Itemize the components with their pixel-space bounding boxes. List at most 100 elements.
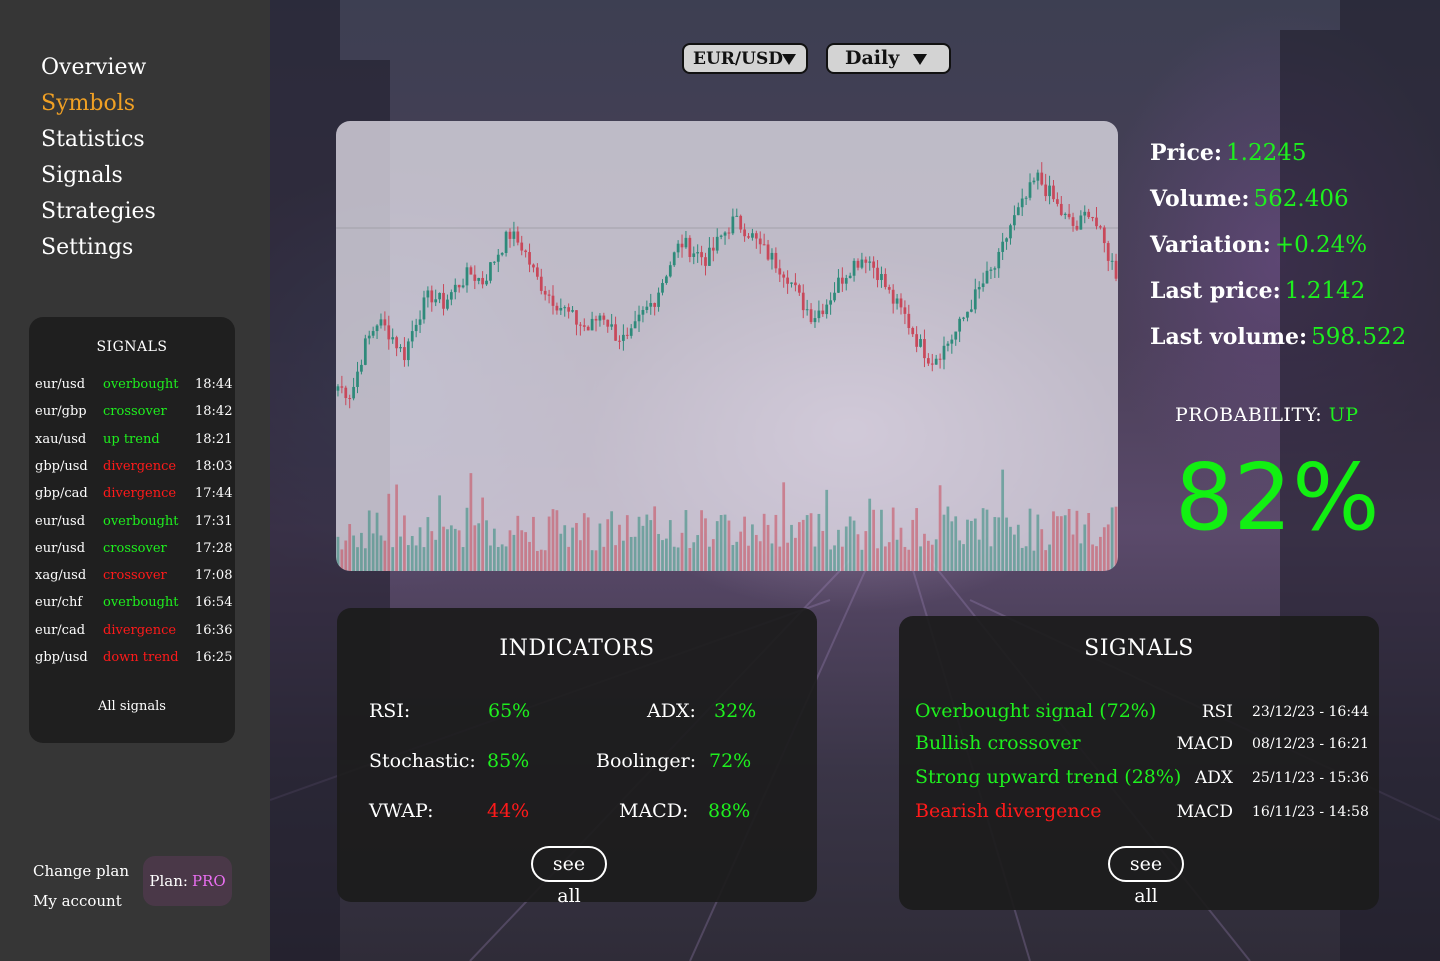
signal-description[interactable]: Overbought signal (72%) [915,700,1156,722]
sidebar-signal-row[interactable]: xag/usd crossover 17:08 [35,568,232,588]
nav-item-statistics[interactable]: Statistics [41,122,156,158]
volume-bar [848,516,852,571]
sidebar-signal-row[interactable]: gbp/usd down trend 16:25 [35,650,232,670]
candle-body [391,337,395,340]
all-signals-link[interactable]: All signals [29,699,235,714]
candle-body [508,231,512,239]
probability-label-text: PROBABILITY: [1175,404,1323,426]
volume-bar [899,527,903,571]
signal-description[interactable]: Bullish crossover [915,732,1081,754]
volume-bar [563,525,567,571]
symbol-select[interactable]: EUR/USD [682,43,808,74]
signal-description[interactable]: Strong upward trend (28%) [915,766,1181,788]
indicators-panel: INDICATORS RSI: 65% ADX: 32% Stochastic:… [337,608,817,907]
candle-body [774,252,778,269]
volume-bar [555,510,559,571]
change-plan-link[interactable]: Change plan [33,856,129,886]
volume-bar [633,536,637,571]
chevron-down-icon [782,54,796,65]
volume-bar [813,546,817,571]
candle-body [524,250,528,253]
volume-bar [414,545,418,571]
candle-body [614,324,617,341]
nav-item-symbols[interactable]: Symbols [41,86,156,122]
volume-bar [985,509,989,571]
nav-item-overview[interactable]: Overview [41,50,156,86]
nav-item-settings[interactable]: Settings [41,230,156,266]
candle-body [641,309,645,315]
volume-bar [363,548,367,571]
nav-item-strategies[interactable]: Strategies [41,194,156,230]
candle-body [559,307,563,311]
plan-label: Plan: [149,872,188,890]
price-chart[interactable] [336,121,1118,571]
volume-bar [1052,511,1055,571]
candle-body [579,324,582,326]
volume-bar [774,514,778,571]
indicators-see-all-button[interactable]: see all [531,846,607,907]
volume-bar [406,545,410,571]
volume-bar [481,497,484,571]
sidebar-signal-row[interactable]: eur/cad divergence 16:36 [35,623,232,643]
candle-body [618,340,621,342]
volume-bar [586,517,590,571]
stochastic-label: Stochastic: [369,750,476,772]
candle-body [895,298,899,304]
volume-bar [805,515,809,571]
candle-body [993,268,997,270]
sidebar-signal-row[interactable]: eur/usd crossover 17:28 [35,540,232,561]
stat-volume-value: 562.406 [1253,186,1349,212]
sidebar-signal-row[interactable]: gbp/usd divergence 18:03 [35,459,232,479]
volume-bar [790,524,793,571]
candle-body [1106,243,1110,261]
volume-bar [727,520,731,571]
candle-body [700,252,703,258]
candle-body [1102,227,1106,244]
volume-bar [547,516,551,571]
volume-bar [340,549,344,571]
candle-body [801,292,805,311]
volume-bar [895,539,899,571]
sidebar-signal-row[interactable]: eur/chf overbought 16:54 [35,595,232,615]
volume-bar [602,546,606,571]
signal-description[interactable]: Bearish divergence [915,800,1102,822]
sidebar-signal-row[interactable]: xau/usd up trend 18:21 [35,431,233,452]
candle-body [954,331,958,340]
signal-time: 18:21 [195,431,233,447]
candle-body [852,260,856,276]
stat-price-value: 1.2245 [1226,140,1307,166]
volume-bar [700,510,703,571]
candle-body [532,264,535,268]
volume-bar [657,533,660,571]
candle-body [430,290,434,303]
volume-bar [801,519,805,571]
volume-bar [903,546,907,571]
candle-body [469,267,473,275]
stat-last-price-value: 1.2142 [1284,278,1366,304]
candle-body [645,306,649,310]
sidebar-signal-row[interactable]: eur/usd overbought 17:31 [35,514,232,534]
sidebar-signal-row[interactable]: gbp/cad divergence 17:44 [35,486,232,506]
volume-bar [649,520,653,571]
sidebar-signal-row[interactable]: eur/usd overbought 18:44 [35,377,232,397]
plan-badge[interactable]: Plan: PRO [143,856,232,906]
candle-body [438,292,441,300]
candle-body [535,267,539,277]
volume-bar [653,506,657,571]
candle-body [754,233,758,239]
volume-bar [911,519,915,571]
candle-body [1009,225,1012,239]
sidebar-signal-row[interactable]: eur/gbp crossover 18:42 [35,404,232,424]
nav-item-signals[interactable]: Signals [41,158,156,194]
signals-see-all-button[interactable]: see all [1108,846,1184,907]
candle-body [735,215,739,217]
volume-bar [1024,546,1028,571]
candle-body [672,252,676,266]
my-account-link[interactable]: My account [33,886,129,916]
timeframe-select[interactable]: Daily [826,43,951,74]
volume-bar [739,531,743,571]
candle-body [938,358,942,360]
signal-pair: eur/usd [35,540,86,556]
candle-body [512,231,516,239]
volume-bar [704,518,707,571]
